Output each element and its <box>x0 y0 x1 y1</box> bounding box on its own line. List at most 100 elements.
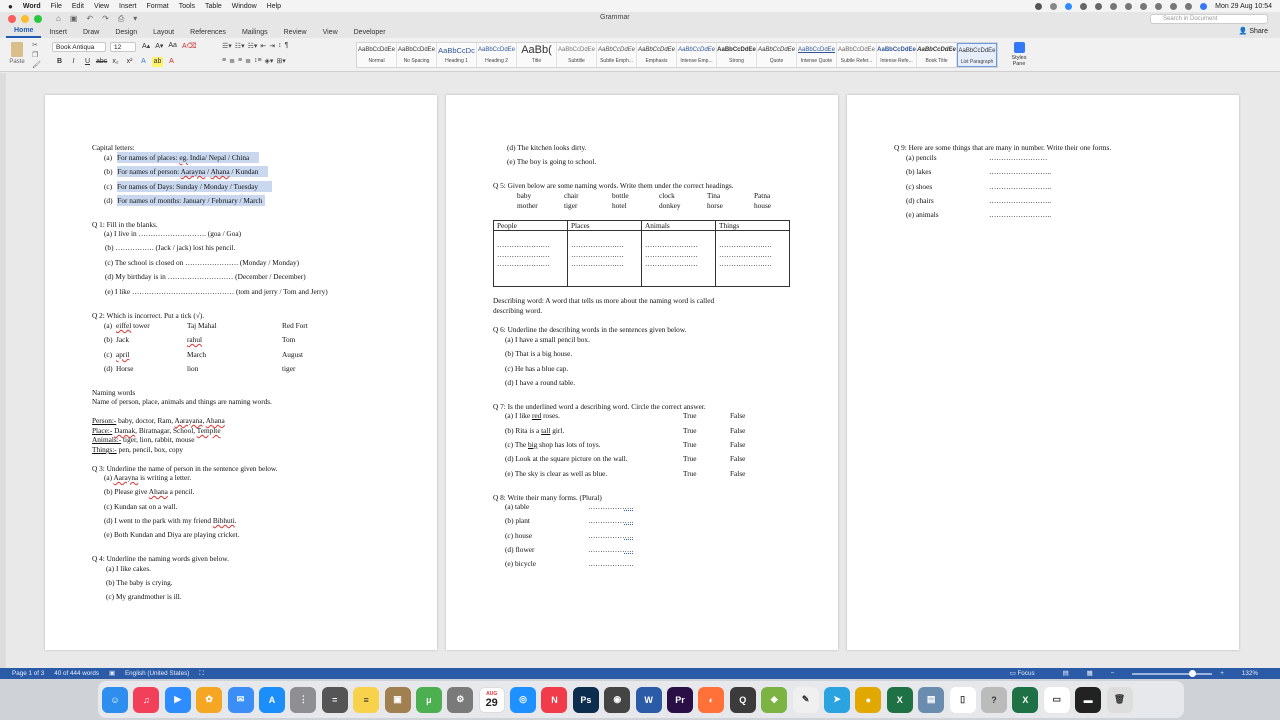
shading-icon[interactable]: ◈▾ <box>265 57 274 65</box>
preview-app-icon[interactable]: ▤ <box>918 686 945 713</box>
table-cell[interactable]: ……………….………………….………………….… <box>493 230 568 287</box>
multilevel-list-icon[interactable]: ☵▾ <box>248 42 258 50</box>
bold-button[interactable]: B <box>54 57 65 67</box>
tab-design[interactable]: Design <box>107 29 145 38</box>
zoom-status-icon[interactable] <box>1065 2 1073 10</box>
line-spacing-icon[interactable]: ↕≡ <box>254 57 262 65</box>
quicktime-app-icon[interactable]: Q <box>729 686 756 713</box>
clear-format-icon[interactable]: A⌫ <box>182 42 197 50</box>
android-app-icon[interactable]: ◆ <box>761 686 788 713</box>
shield-icon[interactable] <box>1095 2 1103 10</box>
menu-window[interactable]: Window <box>232 3 257 10</box>
help-app-icon[interactable]: ? <box>980 686 1007 713</box>
play-icon[interactable] <box>1110 2 1118 10</box>
zoom-out-button[interactable]: − <box>1111 670 1115 677</box>
zoom-level[interactable]: 132% <box>1242 670 1258 677</box>
shrink-font-icon[interactable]: A▾ <box>155 42 163 50</box>
font-size-select[interactable]: 12 <box>110 42 136 52</box>
page-count[interactable]: Page 1 of 3 <box>12 670 44 677</box>
superscript-button[interactable]: x² <box>124 57 135 67</box>
proofing-icon[interactable]: ▣ <box>109 670 115 677</box>
siri-icon[interactable] <box>1200 2 1208 10</box>
align-center-icon[interactable]: ≣ <box>229 57 235 65</box>
menu-table[interactable]: Table <box>205 3 222 10</box>
show-marks-icon[interactable]: ¶ <box>285 42 289 50</box>
borders-icon[interactable]: ⊞▾ <box>276 57 285 65</box>
home-icon[interactable]: ⌂ <box>56 14 61 24</box>
minimize-window-button[interactable] <box>21 15 29 23</box>
style-heading-1[interactable]: AaBbCcDc Heading 1 <box>437 43 477 67</box>
excel-doc-app-icon[interactable]: X <box>1012 686 1039 713</box>
decrease-indent-icon[interactable]: ⇤ <box>260 42 266 50</box>
excel-app-icon[interactable]: X <box>886 686 913 713</box>
menu-format[interactable]: Format <box>147 3 169 10</box>
word-app-icon[interactable]: W <box>635 686 662 713</box>
language-status[interactable]: English (United States) <box>125 670 189 677</box>
blank-line[interactable]: ………………. <box>588 531 634 540</box>
bullets-icon[interactable]: ☰▾ <box>222 42 232 50</box>
close-window-button[interactable] <box>8 15 16 23</box>
print-icon[interactable]: ⎙ <box>118 14 124 24</box>
align-left-icon[interactable]: ≡ <box>222 57 226 65</box>
search-icon[interactable] <box>1170 2 1178 10</box>
document-app-icon[interactable]: ▯ <box>949 686 976 713</box>
photos-app-icon[interactable]: ✿ <box>196 686 223 713</box>
style-list-paragraph[interactable]: AaBbCcDdEe List Paragraph <box>957 43 997 67</box>
doc-thumb-app-icon[interactable]: ▭ <box>1043 686 1070 713</box>
chrome-app-icon[interactable]: ● <box>855 686 882 713</box>
tab-layout[interactable]: Layout <box>145 29 182 38</box>
blank-line[interactable]: …………………….. <box>989 167 1051 176</box>
justify-icon[interactable]: ≣ <box>245 57 251 65</box>
blank-line[interactable]: …………………….. <box>989 210 1051 219</box>
firefox-app-icon[interactable]: ◐ <box>698 686 725 713</box>
style-subtle-emphasis[interactable]: AaBbCcDdEe Subtle Emph... <box>597 43 637 67</box>
notes-app-icon[interactable]: ≡ <box>353 686 380 713</box>
undo-icon[interactable]: ↶ <box>86 14 93 24</box>
torrent-app-icon[interactable]: μ <box>415 686 442 713</box>
share-button[interactable]: 👤 Share <box>1239 27 1268 35</box>
launchpad-app-icon[interactable]: ⋮ <box>290 686 317 713</box>
style-normal[interactable]: AaBbCcDdEe Normal <box>357 43 397 67</box>
tab-home[interactable]: Home <box>6 27 42 38</box>
customize-icon[interactable]: ▾ <box>133 14 137 24</box>
increase-indent-icon[interactable]: ⇥ <box>269 42 275 50</box>
style-subtitle[interactable]: AaBbCcDdEe Subtitle <box>557 43 597 67</box>
blank-line[interactable]: …………………….. <box>989 182 1051 191</box>
change-case-icon[interactable]: Aa <box>168 42 177 50</box>
menu-file[interactable]: File <box>51 3 62 10</box>
page-1[interactable]: Capital letters: (a) For names of places… <box>45 95 437 650</box>
style-intense-reference[interactable]: AaBbCcDdEe Intense Refe... <box>877 43 917 67</box>
vpn-icon[interactable] <box>1080 2 1088 10</box>
blank-line[interactable]: …………………… <box>989 153 1047 162</box>
table-cell[interactable]: ……………….………………….………………….… <box>641 230 716 287</box>
focus-button[interactable]: ▭ Focus <box>1010 670 1045 677</box>
zoom-slider[interactable] <box>1132 669 1213 677</box>
sort-icon[interactable]: ↕ <box>278 42 282 50</box>
paste-button[interactable]: Paste <box>6 40 28 70</box>
telegram-app-icon[interactable]: ➤ <box>823 686 850 713</box>
safari-app-icon[interactable]: ◎ <box>510 686 537 713</box>
tab-insert[interactable]: Insert <box>41 29 75 38</box>
search-document-input[interactable]: Search in Document <box>1150 14 1268 24</box>
page-2[interactable]: (d) The kitchen looks dirty. (e) The boy… <box>446 95 838 650</box>
page-3[interactable]: Q 9: Here are some things that are many … <box>847 95 1239 650</box>
style-intense-emphasis[interactable]: AaBbCcDdEe Intense Emp... <box>677 43 717 67</box>
tab-references[interactable]: References <box>182 29 234 38</box>
calendar-app-icon[interactable]: AUG 29 <box>478 686 505 713</box>
status-icon[interactable] <box>1050 2 1058 10</box>
zoom-app-icon[interactable]: ▶ <box>164 686 191 713</box>
wifi-icon[interactable] <box>1155 2 1163 10</box>
style-subtle-reference[interactable]: AaBbCcDdEe Subtle Refer... <box>837 43 877 67</box>
blank-line[interactable]: ………………. <box>588 516 634 525</box>
style-intense-quote[interactable]: AaBbCcDdEe Intense Quote <box>797 43 837 67</box>
blank-line[interactable]: ………………. <box>588 559 634 568</box>
menu-tools[interactable]: Tools <box>179 3 195 10</box>
music-app-icon[interactable]: ♫ <box>133 686 160 713</box>
cut-icon[interactable]: ✂ <box>32 41 41 51</box>
menu-view[interactable]: View <box>94 3 109 10</box>
redo-icon[interactable]: ↷ <box>102 14 109 24</box>
style-title[interactable]: AaBb(Title <box>517 43 557 67</box>
accessibility-icon[interactable]: ⛶ <box>199 670 203 678</box>
menu-app-word[interactable]: Word <box>23 3 41 10</box>
menu-help[interactable]: Help <box>267 3 281 10</box>
